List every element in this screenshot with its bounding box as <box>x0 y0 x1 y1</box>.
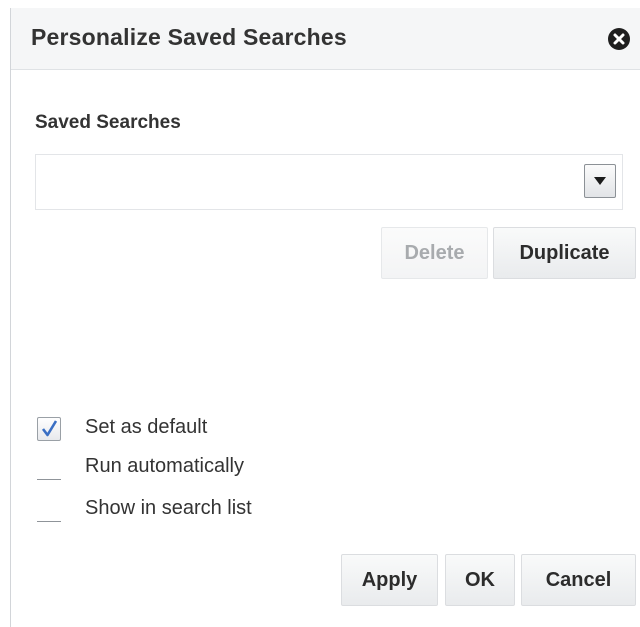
duplicate-button[interactable]: Duplicate <box>493 227 636 279</box>
checkmark-icon <box>41 420 58 437</box>
ok-button[interactable]: OK <box>445 554 515 606</box>
run-automatically-checkbox[interactable] <box>37 456 61 480</box>
personalize-saved-searches-dialog: Personalize Saved Searches Saved Searche… <box>10 8 640 627</box>
close-icon[interactable] <box>608 28 630 50</box>
delete-button[interactable]: Delete <box>381 227 488 279</box>
run-automatically-label: Run automatically <box>85 455 244 477</box>
show-in-search-list-label: Show in search list <box>85 497 252 519</box>
set-as-default-label: Set as default <box>85 416 208 438</box>
dialog-title: Personalize Saved Searches <box>31 24 347 50</box>
show-in-search-list-checkbox[interactable] <box>37 498 61 522</box>
triangle-down-icon[interactable] <box>584 164 616 198</box>
cancel-button[interactable]: Cancel <box>521 554 636 606</box>
set-as-default-checkbox[interactable] <box>37 417 61 441</box>
saved-searches-label: Saved Searches <box>35 112 181 133</box>
apply-button[interactable]: Apply <box>341 554 438 606</box>
saved-searches-select[interactable] <box>35 154 623 210</box>
dialog-title-bar: Personalize Saved Searches <box>11 8 640 70</box>
